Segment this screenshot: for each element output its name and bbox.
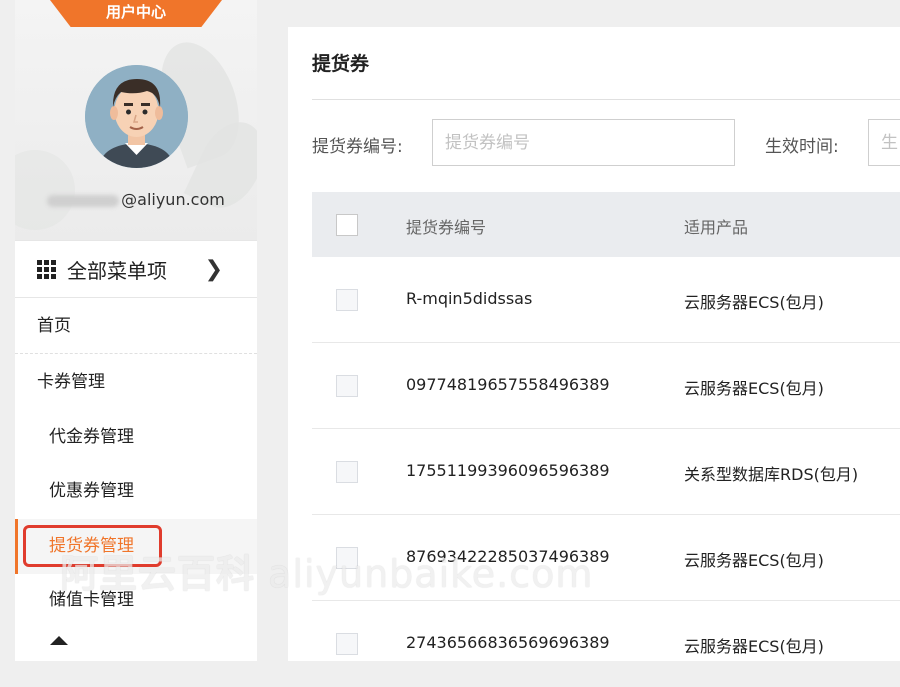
scroll-up-icon[interactable] (50, 636, 68, 645)
avatar-icon (85, 65, 188, 168)
product-name: 关系型数据库RDS(包月) (684, 465, 859, 484)
sidebar-item-label: 优惠券管理 (49, 481, 134, 501)
chevron-right-icon: ❯ (204, 257, 223, 282)
date-filter-label: 生效时间: (765, 137, 839, 157)
table-header: 提货券编号 适用产品 (312, 192, 900, 257)
sidebar-item-label: 卡券管理 (37, 372, 105, 392)
sidebar-item-coupons[interactable]: 卡券管理 (15, 355, 257, 410)
sidebar-item-discounts[interactable]: 优惠券管理 (15, 464, 257, 519)
profile-panel: 用户中心 @aliyun.com (15, 0, 257, 240)
table-row[interactable]: 1755119939609659638​9 关系型数据库RDS(包月) (312, 429, 900, 515)
row-checkbox[interactable] (336, 375, 358, 397)
column-header-product: 适用产品 (684, 218, 749, 237)
table-row[interactable]: 0977481965755849638​9 云服务器ECS(包月) (312, 343, 900, 429)
product-name: 云服务器ECS(包月) (684, 551, 824, 570)
sidebar-item-home[interactable]: 首页 (15, 299, 257, 354)
product-name: 云服务器ECS(包月) (684, 379, 824, 398)
column-header-code: 提货券编号 (406, 218, 487, 237)
table-row[interactable]: R-mqin5didssas 云服务器ECS(包月) (312, 257, 900, 343)
sidebar-item-label: 代金券管理 (49, 427, 134, 447)
sidebar-item-label: 首页 (37, 316, 71, 336)
all-menu-button[interactable]: 全部菜单项 ❯ (15, 240, 257, 298)
row-checkbox[interactable] (336, 633, 358, 655)
voucher-code: 0977481965755849638​9 (406, 375, 610, 394)
active-indicator (15, 519, 18, 574)
product-name: 云服务器ECS(包月) (684, 637, 824, 656)
title-divider (312, 99, 900, 100)
grid-icon (37, 259, 56, 279)
select-all-checkbox[interactable] (336, 214, 358, 236)
code-filter-label: 提货券编号: (312, 137, 403, 157)
table-row[interactable]: 2743656683656969638​9 云服务器ECS(包月) (312, 601, 900, 687)
user-email: @aliyun.com (15, 190, 257, 209)
blurred-username (47, 194, 120, 207)
date-input[interactable] (868, 119, 900, 166)
sidebar-item-vouchers[interactable]: 代金券管理 (15, 410, 257, 465)
row-checkbox[interactable] (336, 289, 358, 311)
watermark: 阿里云百科 aliyunbaike.com (60, 552, 594, 596)
product-name: 云服务器ECS(包月) (684, 293, 824, 312)
page-title: 提货券 (312, 53, 370, 75)
row-checkbox[interactable] (336, 461, 358, 483)
user-center-tab: 用户中心 (50, 0, 222, 27)
all-menu-label: 全部菜单项 (67, 258, 167, 283)
code-search-input[interactable] (432, 119, 735, 166)
voucher-code: 1755119939609659638​9 (406, 461, 610, 480)
voucher-code: 2743656683656969638​9 (406, 633, 610, 652)
voucher-code: R-mqin5didssas (406, 289, 533, 308)
avatar[interactable] (85, 65, 188, 168)
